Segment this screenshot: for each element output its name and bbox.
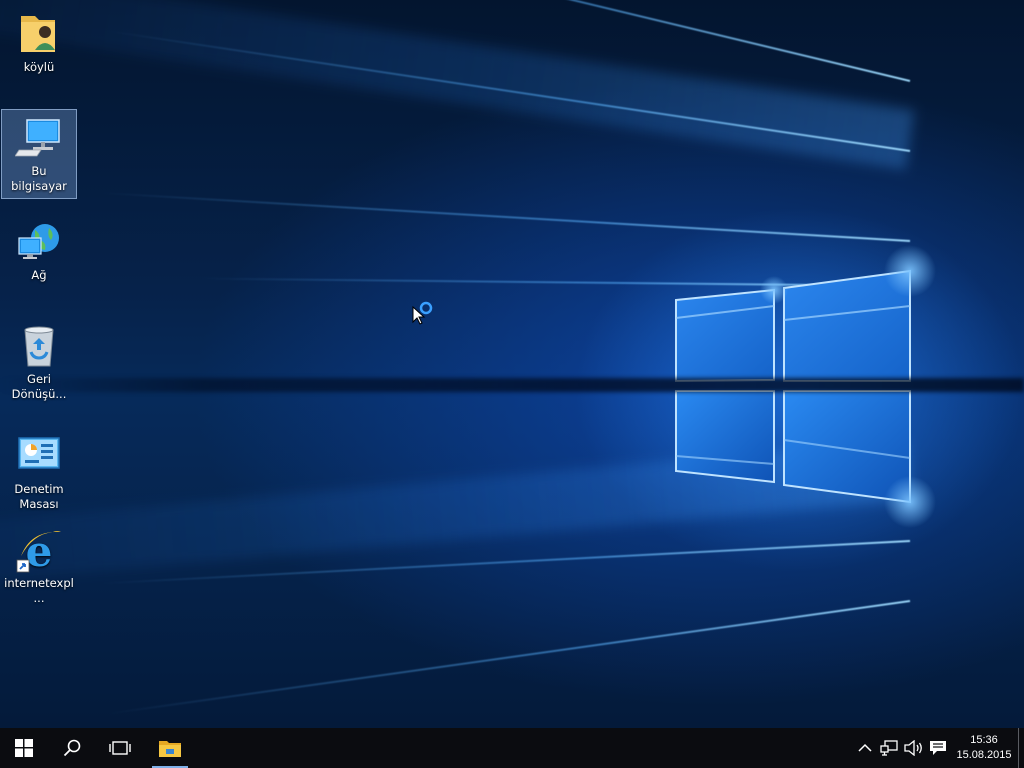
volume-tray-button[interactable] (902, 728, 926, 768)
svg-text:e: e (26, 527, 53, 574)
internet-explorer-icon: e (16, 527, 61, 574)
desktop-icon-network[interactable]: Ağ (2, 214, 76, 287)
search-icon (63, 739, 81, 757)
desktop-icon-label: Ağ (31, 268, 47, 282)
show-hidden-icons-button[interactable] (854, 728, 876, 768)
desktop-icon-this-pc[interactable]: Bu bilgisayar (1, 109, 77, 199)
action-center-button[interactable] (926, 728, 950, 768)
start-button[interactable] (0, 728, 48, 768)
desktop-icon-label: Geri Dönüşü... (11, 372, 67, 401)
speaker-icon (904, 740, 922, 756)
action-center-icon (930, 741, 946, 755)
windows-logo-wallpaper (675, 245, 936, 528)
clock-time: 15:36 (970, 734, 998, 746)
recycle-bin-icon (24, 326, 54, 367)
desktop-background[interactable]: köylü Bu bilgisayar Ağ Geri Dönüşü... De… (0, 0, 1024, 728)
computer-icon (15, 119, 60, 157)
network-wired-icon (880, 740, 898, 756)
network-tray-button[interactable] (877, 728, 901, 768)
file-explorer-button[interactable] (146, 728, 194, 768)
task-view-button[interactable] (96, 728, 144, 768)
chevron-up-icon (858, 743, 872, 752)
user-folder-icon (21, 16, 55, 52)
control-panel-icon (18, 437, 60, 469)
windows-logo-icon (15, 739, 33, 757)
folder-icon (159, 741, 181, 757)
desktop-icon-internet-explorer[interactable]: e internetexpl... (2, 522, 76, 610)
desktop-icon-control-panel[interactable]: Denetim Masası (2, 428, 76, 516)
desktop-icon-label: Bu bilgisayar (11, 164, 67, 193)
desktop-icon-recycle-bin[interactable]: Geri Dönüşü... (2, 318, 76, 406)
search-button[interactable] (48, 728, 96, 768)
network-icon (18, 224, 59, 259)
desktop-icon-label: köylü (23, 60, 55, 74)
desktop-icon-label: Denetim Masası (14, 482, 64, 511)
desktop-icon-label: internetexpl... (4, 576, 74, 605)
clock-date: 15.08.2015 (956, 749, 1012, 761)
clock[interactable]: 15:36 15.08.2015 (950, 728, 1018, 768)
busy-cursor-icon (412, 301, 433, 325)
desktop-icon-user-folder[interactable]: köylü (2, 6, 76, 79)
task-view-icon (109, 741, 131, 755)
taskbar: 15:36 15.08.2015 (0, 728, 1024, 768)
show-desktop-button[interactable] (1018, 728, 1024, 768)
